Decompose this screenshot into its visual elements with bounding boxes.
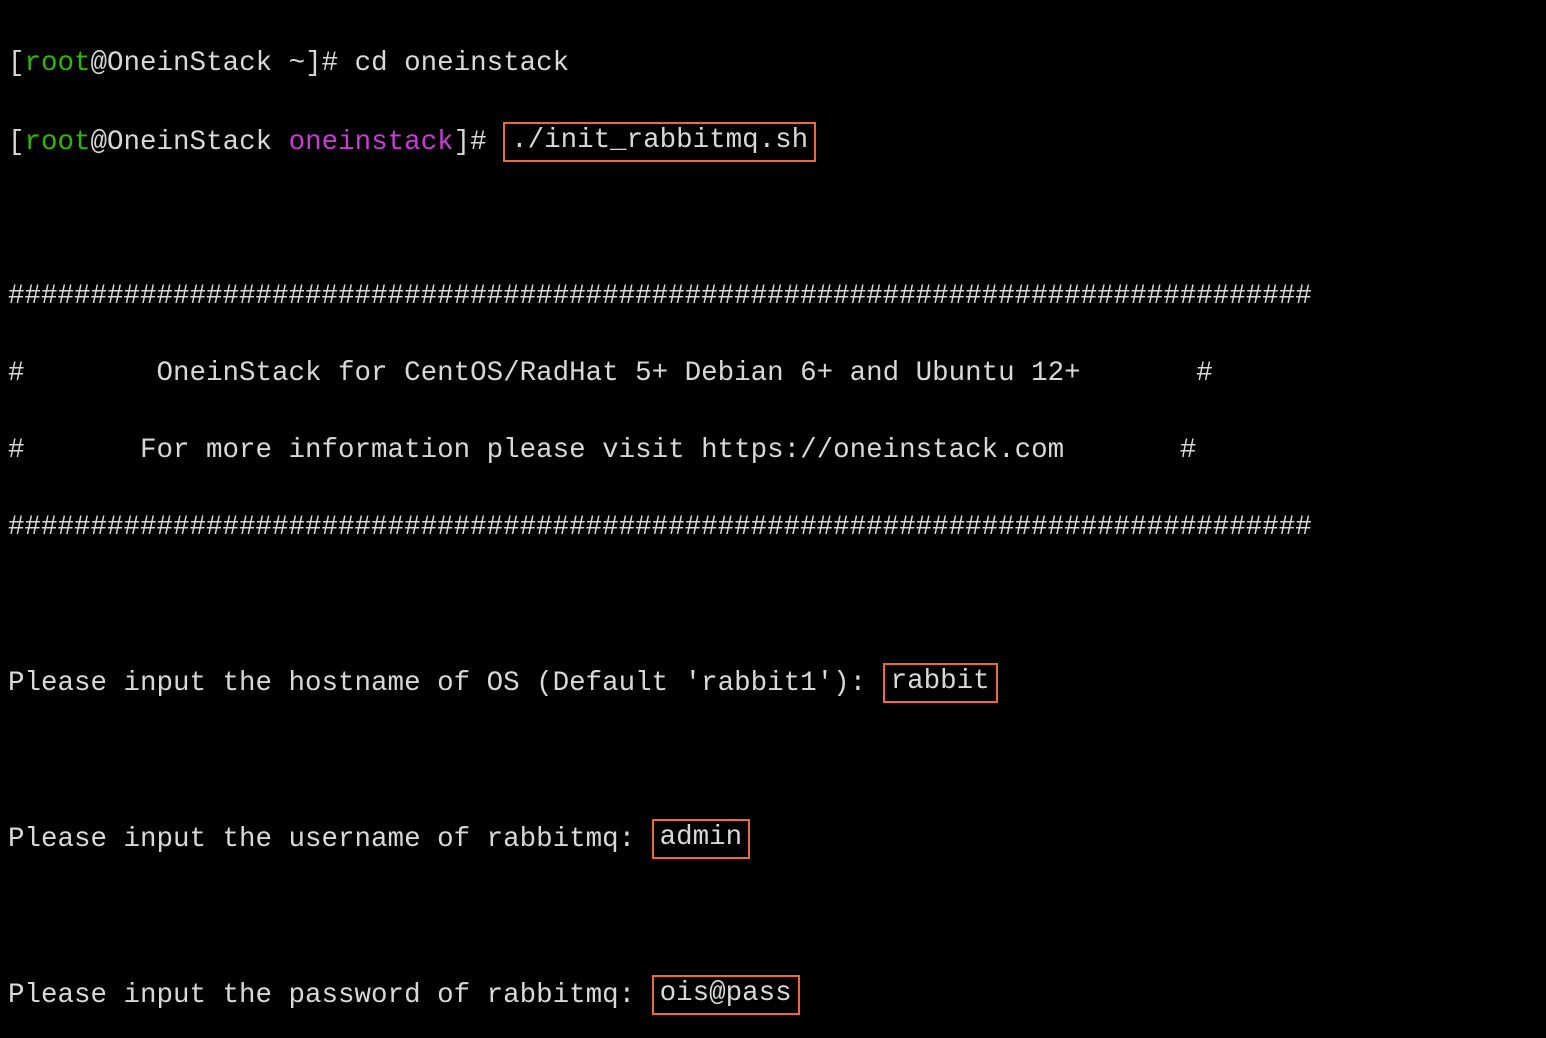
- banner-line1: # OneinStack for CentOS/RadHat 5+ Debian…: [8, 355, 1538, 394]
- prompt-password: Please input the password of rabbitmq:: [8, 980, 652, 1011]
- line-prompt1: [root@OneinStack ~]# cd oneinstack: [8, 45, 1538, 84]
- cwd-home: ~: [272, 48, 305, 79]
- blank-line: [8, 586, 1538, 625]
- blank-line: [8, 898, 1538, 937]
- at-sign: @: [91, 127, 108, 158]
- banner-bar-top: ########################################…: [8, 278, 1538, 317]
- hostname: OneinStack: [107, 48, 272, 79]
- prompt-username: Please input the username of rabbitmq:: [8, 824, 652, 855]
- line-username: Please input the username of rabbitmq: a…: [8, 819, 1538, 860]
- line-hostname: Please input the hostname of OS (Default…: [8, 663, 1538, 704]
- user-root: root: [25, 48, 91, 79]
- prompt-hostname: Please input the hostname of OS (Default…: [8, 668, 883, 699]
- input-hostname[interactable]: rabbit: [883, 663, 998, 703]
- hostname: OneinStack: [107, 127, 272, 158]
- at-sign: @: [91, 48, 108, 79]
- blank-line: [8, 201, 1538, 240]
- line-password: Please input the password of rabbitmq: o…: [8, 975, 1538, 1016]
- terminal-output: [root@OneinStack ~]# cd oneinstack [root…: [0, 0, 1546, 1038]
- banner-line2: # For more information please visit http…: [8, 432, 1538, 471]
- blank-line: [8, 742, 1538, 781]
- bracket-close: ]#: [305, 48, 355, 79]
- input-username[interactable]: admin: [652, 819, 751, 859]
- user-root: root: [25, 127, 91, 158]
- command-cd: cd oneinstack: [355, 48, 570, 79]
- banner-bar-bottom: ########################################…: [8, 509, 1538, 548]
- bracket-open: [: [8, 48, 25, 79]
- cwd-dir: oneinstack: [272, 127, 454, 158]
- command-init-script: ./init_rabbitmq.sh: [503, 122, 816, 162]
- input-password[interactable]: ois@pass: [652, 975, 800, 1015]
- bracket-open: [: [8, 127, 25, 158]
- bracket-close: ]#: [454, 127, 504, 158]
- line-prompt2: [root@OneinStack oneinstack]# ./init_rab…: [8, 122, 1538, 163]
